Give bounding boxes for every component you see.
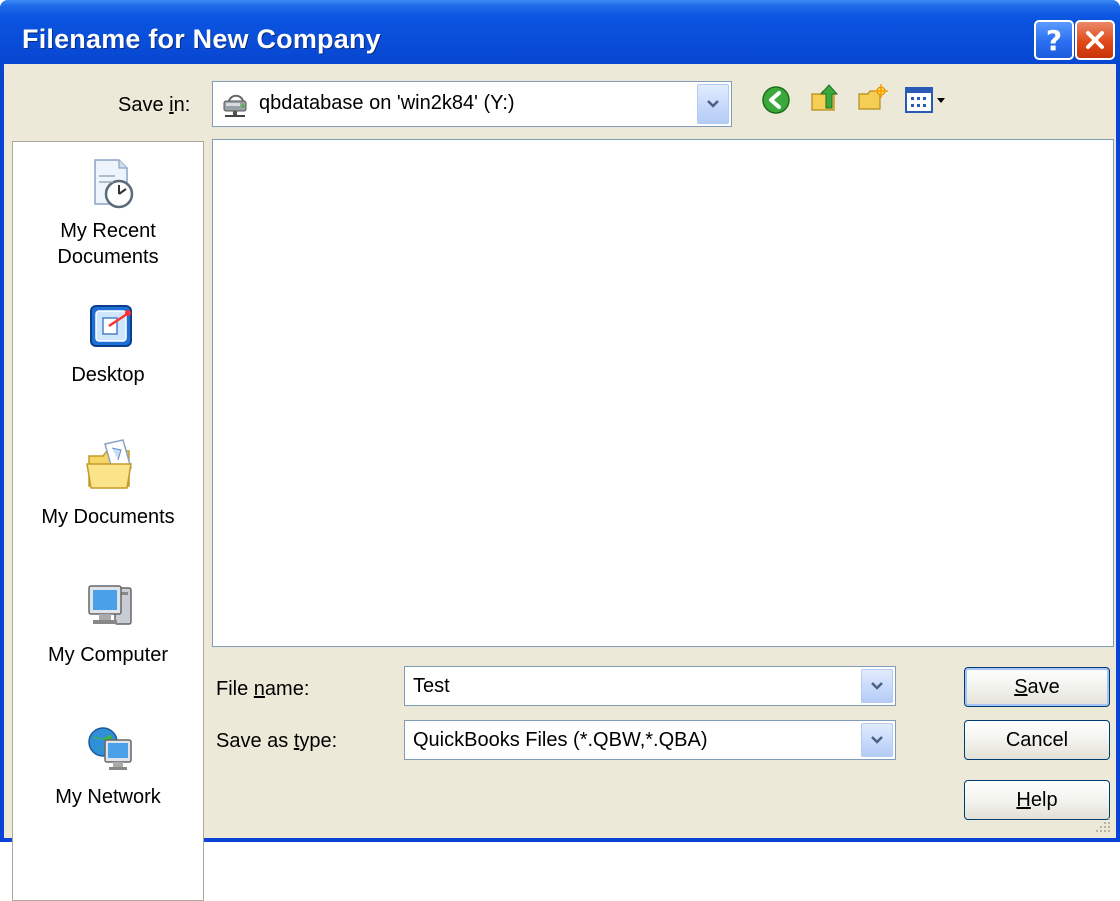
my-documents-icon: [86, 439, 132, 489]
file-name-label: File name:: [216, 678, 310, 700]
file-name-field[interactable]: Test: [404, 666, 896, 706]
my-network-icon: [88, 727, 132, 770]
desktop-icon: [90, 305, 132, 347]
save-in-value: qbdatabase on 'win2k84' (Y:): [259, 92, 515, 114]
chevron-down-icon: [871, 736, 883, 744]
save-in-label: Save in:: [118, 94, 191, 116]
place-label-desktop: Desktop: [71, 364, 145, 386]
place-label-my-documents: My Documents: [41, 506, 175, 528]
views-menu-icon[interactable]: [904, 84, 952, 116]
file-name-dropdown-button[interactable]: [861, 669, 893, 703]
network-drive-icon: [223, 94, 247, 117]
dialog-window: Filename for New Company ? Save in: qbda…: [0, 0, 1120, 901]
close-button[interactable]: [1075, 20, 1115, 60]
file-name-value[interactable]: Test: [413, 675, 450, 698]
places-bar: My Recent Documents Desktop My Documents…: [12, 141, 204, 901]
save-button[interactable]: Save: [964, 667, 1110, 707]
back-arrow-icon[interactable]: [760, 84, 792, 116]
new-folder-icon[interactable]: [856, 82, 888, 114]
chevron-down-icon: [707, 100, 719, 108]
place-label-my-recent-line2: Documents: [57, 246, 159, 268]
save-as-type-dropdown[interactable]: QuickBooks Files (*.QBW,*.QBA): [404, 720, 896, 760]
dialog-body: Save in: qbdatabase on 'win2k84' (Y:) My…: [4, 64, 1116, 901]
save-as-type-value: QuickBooks Files (*.QBW,*.QBA): [413, 729, 708, 751]
up-folder-icon[interactable]: [808, 82, 840, 114]
place-label-my-computer: My Computer: [47, 644, 169, 666]
help-button[interactable]: Help: [964, 780, 1110, 820]
cancel-button[interactable]: Cancel: [964, 720, 1110, 760]
help-title-button[interactable]: ?: [1034, 20, 1074, 60]
dialog-title: Filename for New Company: [22, 24, 381, 54]
place-label-my-recent-line1: My Recent: [60, 220, 156, 242]
save-as-type-dropdown-button[interactable]: [861, 723, 893, 757]
chevron-down-icon: [871, 682, 883, 690]
place-label-my-network: My Network: [55, 786, 161, 808]
recent-documents-icon: [94, 159, 134, 209]
file-list[interactable]: [212, 139, 1114, 647]
close-icon: [1086, 31, 1104, 49]
save-in-dropdown-button[interactable]: [697, 84, 729, 124]
save-in-dropdown[interactable]: qbdatabase on 'win2k84' (Y:): [212, 81, 732, 127]
my-computer-icon: [88, 585, 132, 625]
save-as-type-label: Save as type:: [216, 730, 338, 752]
resize-grip-icon[interactable]: [1094, 816, 1112, 834]
